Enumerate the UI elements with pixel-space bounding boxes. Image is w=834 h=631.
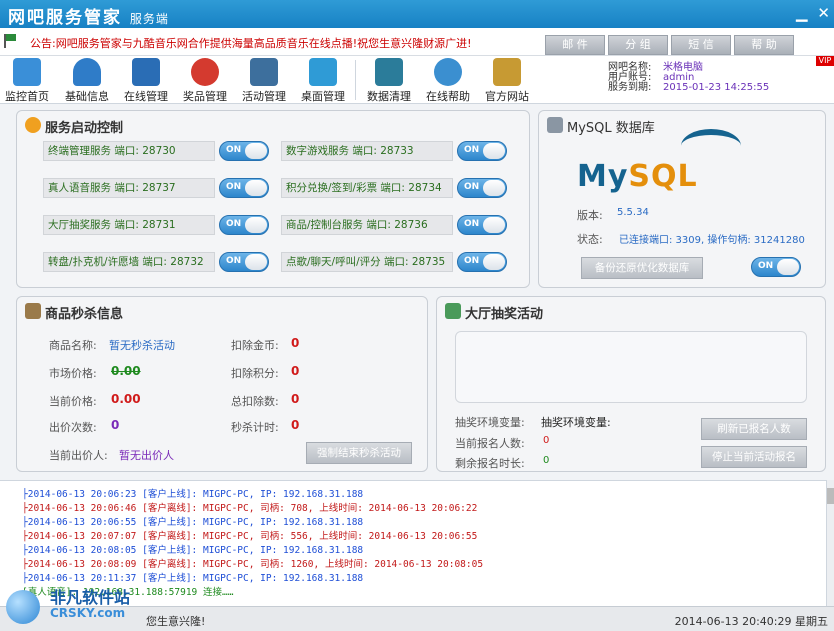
- toolbar-basic-info[interactable]: 基础信息: [60, 58, 114, 104]
- close-icon[interactable]: ✕: [817, 4, 830, 22]
- web-icon: [493, 58, 521, 86]
- tab-sms[interactable]: 短 信: [671, 35, 731, 55]
- log-line: ├2014-06-13 20:06:23 [客户上线]: MIGPC-PC, I…: [22, 489, 364, 500]
- seckill-goods-name: 暂无秒杀活动: [109, 339, 175, 352]
- services-title: 服务启动控制: [45, 121, 124, 136]
- globe-logo-icon: [6, 590, 40, 624]
- toolbar-desktop-manage[interactable]: 桌面管理: [296, 58, 350, 104]
- log-line: ├2014-06-13 20:06:55 [客户上线]: MIGPC-PC, I…: [22, 517, 364, 528]
- refresh-signups-button[interactable]: 刷新已报名人数: [701, 418, 807, 440]
- seckill-total: 0: [291, 392, 300, 406]
- scroll-thumb[interactable]: [827, 488, 834, 504]
- tab-group[interactable]: 分 组: [608, 35, 668, 55]
- seckill-current-price: 0.00: [111, 392, 141, 406]
- backup-database-button[interactable]: 备份还原优化数据库: [581, 257, 703, 279]
- globe-icon: [434, 58, 462, 86]
- service-wheel: 转盘/扑克机/许愿墙 端口: 28732: [43, 252, 215, 272]
- toolbar-separator: [355, 60, 356, 100]
- log-line: ├2014-06-13 20:06:46 [客户离线]: MIGPC-PC, 司…: [22, 503, 478, 514]
- service-digital-game: 数字游戏服务 端口: 28733: [281, 141, 453, 161]
- toolbar-data-cleanup[interactable]: 数据清理: [362, 58, 416, 104]
- toolbar-official-site[interactable]: 官方网站: [480, 58, 534, 104]
- dolphin-icon: [681, 129, 741, 163]
- seckill-bid-count: 0: [111, 418, 120, 432]
- gear-icon: [25, 117, 41, 133]
- clipboard-icon: [445, 303, 461, 319]
- user-icon: [73, 58, 101, 86]
- seckill-title: 商品秒杀信息: [45, 307, 124, 322]
- toggle-lottery[interactable]: ON: [219, 215, 269, 235]
- toggle-digital-game[interactable]: ON: [457, 141, 507, 161]
- chat-icon: [309, 58, 337, 86]
- stop-signup-button[interactable]: 停止当前活动报名: [701, 446, 807, 468]
- seckill-panel: 商品秒杀信息 商品名称: 暂无秒杀活动 市场价格: 0.00 当前价格: 0.0…: [16, 296, 428, 472]
- toggle-mysql[interactable]: ON: [751, 257, 801, 277]
- toolbar-online-help[interactable]: 在线帮助: [421, 58, 475, 104]
- end-seckill-button[interactable]: 强制结束秒杀活动: [306, 442, 412, 464]
- flag-icon: [4, 34, 18, 48]
- log-line: ├2014-06-13 20:07:07 [客户离线]: MIGPC-PC, 司…: [22, 531, 478, 542]
- status-time: 2014-06-13 20:40:29 星期五: [674, 615, 828, 628]
- service-songs: 点歌/聊天/呼叫/评分 端口: 28735: [281, 252, 453, 272]
- network-icon: [132, 58, 160, 86]
- expire-value: 2015-01-23 14:25:55: [663, 82, 770, 93]
- seckill-market-price: 0.00: [111, 364, 141, 378]
- toggle-goods[interactable]: ON: [457, 215, 507, 235]
- service-terminal: 终端管理服务 端口: 28730: [43, 141, 215, 161]
- toolbar-prize-manage[interactable]: 奖品管理: [178, 58, 232, 104]
- lottery-display-box: [455, 331, 807, 403]
- ball-icon: [191, 58, 219, 86]
- mysql-panel: MySQL 数据库 MySQL 版本: 5.5.34 状态: 已连接端口: 33…: [538, 110, 826, 288]
- goods-icon: [25, 303, 41, 319]
- watermark-logo: 非凡软件站 CRSKY.com: [6, 584, 166, 628]
- title-bar: 网吧服务管家 服务端 ▁ ✕: [0, 0, 834, 28]
- mysql-title: MySQL 数据库: [567, 121, 655, 136]
- service-goods: 商品/控制台服务 端口: 28736: [281, 215, 453, 235]
- mysql-logo: MySQL: [577, 159, 698, 194]
- lottery-remain: 0: [543, 455, 550, 466]
- toggle-points[interactable]: ON: [457, 178, 507, 198]
- log-scrollbar[interactable]: [826, 480, 834, 606]
- mysql-version: 5.5.34: [617, 207, 649, 218]
- lottery-title: 大厅抽奖活动: [465, 307, 544, 322]
- toggle-wheel[interactable]: ON: [219, 252, 269, 272]
- minimize-icon[interactable]: ▁: [796, 4, 808, 22]
- toolbar-online-manage[interactable]: 在线管理: [119, 58, 173, 104]
- database-icon: [547, 117, 563, 133]
- seckill-points: 0: [291, 364, 300, 378]
- tab-mail[interactable]: 邮 件: [545, 35, 605, 55]
- services-panel: 服务启动控制 终端管理服务 端口: 28730 ON 真人语音服务 端口: 28…: [16, 110, 530, 288]
- seckill-timer: 0: [291, 418, 300, 432]
- mysql-status: 已连接端口: 3309, 操作句柄: 31241280: [619, 235, 805, 246]
- vip-badge: VIP: [816, 56, 834, 66]
- service-voice: 真人语音服务 端口: 28737: [43, 178, 215, 198]
- toggle-voice[interactable]: ON: [219, 178, 269, 198]
- lottery-env-value: 抽奖环境变量:: [541, 416, 611, 429]
- lottery-count: 0: [543, 435, 550, 446]
- log-line: ├2014-06-13 20:08:05 [客户上线]: MIGPC-PC, I…: [22, 545, 364, 556]
- service-lottery: 大厅抽奖服务 端口: 28731: [43, 215, 215, 235]
- service-points: 积分兑换/签到/彩票 端口: 28734: [281, 178, 453, 198]
- toolbar-monitor-home[interactable]: 监控首页: [0, 58, 54, 104]
- netcafe-info: 网吧名称: 米格电脑 用户账号: admin 服务到期: 2015-01-23 14:…: [608, 62, 770, 93]
- seckill-bidder: 暂无出价人: [119, 449, 174, 462]
- book-icon: [250, 58, 278, 86]
- app-title: 网吧服务管家 服务端: [8, 8, 169, 28]
- top-tabs: 邮 件 分 组 短 信 帮 助: [545, 35, 797, 55]
- seckill-gold: 0: [291, 336, 300, 350]
- toolbar-activity-manage[interactable]: 活动管理: [237, 58, 291, 104]
- home-icon: [13, 58, 41, 86]
- toggle-terminal[interactable]: ON: [219, 141, 269, 161]
- toggle-songs[interactable]: ON: [457, 252, 507, 272]
- notice-text: 公告:网吧服务管家与九酷音乐网合作提供海量高品质音乐在线点播!祝您生意兴隆财源广…: [30, 37, 472, 50]
- bin-icon: [375, 58, 403, 86]
- lottery-panel: 大厅抽奖活动 抽奖环境变量: 抽奖环境变量: 当前报名人数: 0 剩余报名时长:…: [436, 296, 826, 472]
- log-line: ├2014-06-13 20:08:09 [客户离线]: MIGPC-PC, 司…: [22, 559, 484, 570]
- tab-help[interactable]: 帮 助: [734, 35, 794, 55]
